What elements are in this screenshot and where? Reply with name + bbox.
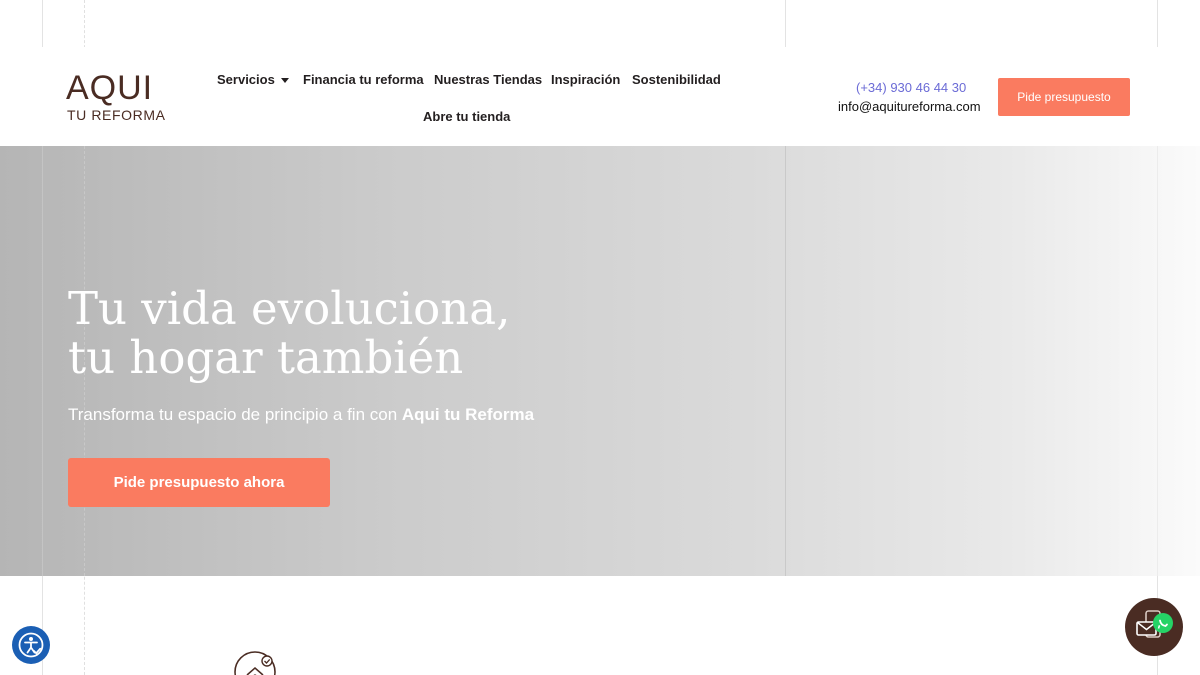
accessibility-icon[interactable] — [12, 626, 50, 664]
nav-item-label: Abre tu tienda — [423, 109, 511, 124]
site-logo[interactable]: AQUI TU REFORMA — [66, 71, 166, 123]
hero-subtitle-brand: Aqui tu Reforma — [401, 405, 535, 424]
request-quote-now-button[interactable]: Pide presupuesto ahora — [68, 458, 330, 507]
hero-guide-center — [785, 146, 786, 576]
site-header: AQUI TU REFORMA Servicios Financia tu re… — [0, 47, 1200, 146]
contact-widget-button[interactable] — [1125, 598, 1183, 656]
logo-wordmark: AQUI — [66, 69, 154, 107]
nav-item-sostenibilidad[interactable]: Sostenibilidad — [632, 72, 721, 88]
phone-link[interactable]: (+34) 930 46 44 30 — [856, 80, 966, 95]
hero-subtitle-text: Transforma tu espacio de principio a fin… — [68, 405, 402, 424]
hero-subtitle: Transforma tu espacio de principio a fin… — [68, 405, 534, 425]
chevron-down-icon — [280, 78, 289, 84]
hero-title-line-2: tu hogar también — [68, 331, 464, 384]
nav-item-abre-tienda[interactable]: Abre tu tienda — [423, 109, 510, 125]
nav-item-label: Inspiración — [551, 72, 621, 87]
nav-item-servicios[interactable]: Servicios — [217, 72, 289, 88]
nav-item-label: Nuestras Tiendas — [434, 72, 543, 87]
nav-item-tiendas[interactable]: Nuestras Tiendas — [434, 72, 542, 88]
nav-item-label: Servicios — [217, 72, 275, 87]
house-care-icon — [231, 650, 281, 675]
nav-item-label: Financia tu reforma — [303, 72, 424, 87]
nav-item-inspiracion[interactable]: Inspiración — [551, 72, 620, 88]
nav-item-financia[interactable]: Financia tu reforma — [303, 72, 424, 88]
nav-item-label: Sostenibilidad — [632, 72, 721, 87]
hero-title: Tu vida evoluciona, tu hogar también — [68, 284, 510, 382]
logo-tagline: TU REFORMA — [67, 107, 166, 123]
whatsapp-icon — [1153, 613, 1173, 633]
hero-guide-left — [42, 146, 43, 576]
hero-guide-right — [1157, 146, 1158, 576]
email-link[interactable]: info@aquitureforma.com — [838, 99, 981, 114]
hero-banner: Tu vida evoluciona, tu hogar también Tra… — [0, 146, 1200, 576]
hero-title-line-1: Tu vida evoluciona, — [68, 282, 511, 335]
request-quote-button[interactable]: Pide presupuesto — [998, 78, 1130, 116]
layout-guide-center — [785, 0, 786, 47]
